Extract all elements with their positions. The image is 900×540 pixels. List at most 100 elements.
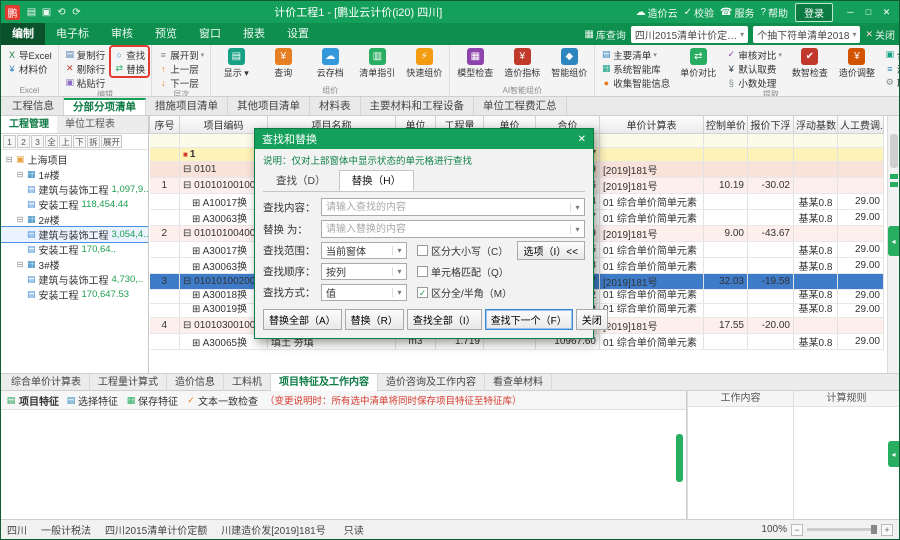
table-cell[interactable]: 3 bbox=[150, 273, 180, 289]
table-cell[interactable] bbox=[794, 177, 838, 193]
replace-input[interactable] bbox=[322, 221, 570, 237]
green-scrollbar-thumb[interactable] bbox=[676, 434, 683, 482]
display-button[interactable]: ▤显示 ▾ bbox=[214, 47, 258, 79]
bottom-tab-4[interactable]: 项目特征及工作内容 bbox=[271, 374, 378, 391]
table-cell[interactable]: [2019]181号 bbox=[600, 273, 704, 289]
table-cell[interactable] bbox=[150, 303, 180, 317]
table-cell[interactable]: -19.58 bbox=[748, 273, 794, 289]
table-cell[interactable] bbox=[704, 193, 748, 209]
menu-icon[interactable]: ▤ bbox=[24, 7, 39, 18]
table-cell[interactable] bbox=[748, 303, 794, 317]
table-cell[interactable] bbox=[704, 257, 748, 273]
table-cell[interactable]: 基某0.8 bbox=[794, 333, 838, 349]
menu-tab-6[interactable]: 设置 bbox=[276, 23, 320, 45]
panel-collapse-handle[interactable]: ◂ bbox=[888, 226, 899, 256]
table-cell[interactable]: [2019]181号 bbox=[600, 317, 704, 333]
menu-tab-4[interactable]: 窗口 bbox=[188, 23, 232, 45]
table-cell[interactable]: 17.55 bbox=[704, 317, 748, 333]
chevron-down-icon[interactable]: ▾ bbox=[570, 225, 584, 234]
table-cell[interactable]: [2019]181号 bbox=[600, 225, 704, 241]
export-excel-button[interactable]: X导Excel bbox=[5, 48, 54, 61]
dialog-button-1[interactable]: 替换（R） bbox=[345, 309, 404, 330]
tree-level-button-5[interactable]: 下 bbox=[73, 135, 86, 148]
tree-level-button-4[interactable]: 上 bbox=[59, 135, 72, 148]
cost-adjust-button[interactable]: ¥造价调整 bbox=[835, 47, 879, 79]
calc-rule-body[interactable] bbox=[794, 407, 899, 519]
bottom-tab-0[interactable]: 综合单价计算表 bbox=[3, 374, 90, 391]
menu-tab-3[interactable]: 预览 bbox=[144, 23, 188, 45]
save-icon[interactable]: ▣ bbox=[39, 7, 54, 18]
doc-tab-4[interactable]: 材料表 bbox=[310, 97, 361, 115]
copy-row-button[interactable]: ▤复制行 bbox=[63, 48, 108, 61]
doc-tab-1[interactable]: 分部分项清单 bbox=[64, 98, 146, 115]
tree-unit[interactable]: ▤安装工程170,64.. bbox=[1, 242, 148, 257]
table-cell[interactable]: [2019]181号 bbox=[600, 161, 704, 177]
tree-level-button-7[interactable]: 展开 bbox=[101, 135, 122, 148]
table-cell[interactable]: -30.02 bbox=[748, 177, 794, 193]
table-cell[interactable]: 01 综合单价简单元素 bbox=[600, 303, 704, 317]
maximize-button[interactable]: □ bbox=[860, 7, 877, 18]
table-cell[interactable] bbox=[704, 333, 748, 349]
audit-compare-button[interactable]: ✓审核对比▾ bbox=[724, 48, 784, 61]
table-cell[interactable] bbox=[150, 209, 180, 225]
work-content-body[interactable] bbox=[688, 407, 793, 519]
bottom-collapse-handle[interactable]: ◂ bbox=[888, 441, 899, 467]
table-cell[interactable] bbox=[794, 161, 838, 177]
fee-manage-button[interactable]: ⚙取费管理 bbox=[883, 76, 899, 89]
table-cell[interactable]: 01 综合单价简单元素 bbox=[600, 209, 704, 225]
feature-edit-area[interactable] bbox=[1, 410, 686, 519]
cloud-archive-button[interactable]: ☁云存档 bbox=[308, 47, 352, 79]
library-query-button[interactable]: ▦ 库查询 bbox=[584, 27, 625, 42]
tree-level-button-1[interactable]: 2 bbox=[17, 135, 30, 148]
bottom-tab-2[interactable]: 造价信息 bbox=[167, 374, 224, 391]
table-cell[interactable]: 基某0.8 bbox=[794, 241, 838, 257]
table-cell[interactable]: 基某0.8 bbox=[794, 289, 838, 303]
doc-tab-5[interactable]: 主要材料和工程设备 bbox=[361, 97, 475, 115]
titlebar-link[interactable]: ✓校验 bbox=[684, 5, 714, 20]
minimize-button[interactable]: ─ bbox=[842, 7, 859, 18]
table-cell[interactable] bbox=[838, 317, 884, 333]
table-cell[interactable] bbox=[704, 147, 748, 161]
table-cell[interactable]: 01 综合单价简单元素 bbox=[600, 257, 704, 273]
table-cell[interactable] bbox=[748, 133, 794, 147]
table-cell[interactable] bbox=[150, 241, 180, 257]
tree-unit[interactable]: ▤建筑与装饰工程3,054,4.. bbox=[1, 227, 148, 242]
table-cell[interactable]: [2019]181号 bbox=[600, 177, 704, 193]
table-cell[interactable] bbox=[150, 133, 180, 147]
titlebar-link[interactable]: ?帮助 bbox=[760, 5, 788, 20]
list-standard-select[interactable]: 个抽下符单清单2018 ▾ bbox=[753, 26, 860, 43]
system-smart-lib-button[interactable]: ▦系统智能库 bbox=[599, 62, 672, 75]
doc-tab-2[interactable]: 措施项目清单 bbox=[146, 97, 228, 115]
tree-node[interactable]: ⊟▦3#楼 bbox=[1, 257, 148, 272]
dialog-button-4[interactable]: 关闭 bbox=[576, 309, 608, 330]
level-down-button[interactable]: ↓下一层 bbox=[156, 76, 206, 89]
table-cell[interactable] bbox=[748, 333, 794, 349]
menu-tab-2[interactable]: 审核 bbox=[100, 23, 144, 45]
expander-icon[interactable]: ⊟ bbox=[5, 155, 13, 164]
table-cell[interactable]: 29.00 bbox=[838, 303, 884, 317]
table-cell[interactable] bbox=[748, 193, 794, 209]
column-header[interactable]: 序号 bbox=[150, 116, 180, 133]
select-feature-button[interactable]: ▤选择特征 bbox=[66, 393, 118, 408]
column-header[interactable]: 控制单价 bbox=[704, 116, 748, 133]
table-cell[interactable]: 9.00 bbox=[704, 225, 748, 241]
bottom-tab-1[interactable]: 工程量计算式 bbox=[90, 374, 167, 391]
model-check-button[interactable]: ▦模型检查 bbox=[453, 47, 497, 79]
redo-icon[interactable]: ⟳ bbox=[69, 7, 84, 18]
options-toggle-button[interactable]: 选项（I）<< bbox=[517, 241, 585, 260]
save-feature-button[interactable]: ▦保存特征 bbox=[126, 393, 178, 408]
tree-unit[interactable]: ▤建筑与装饰工程4,730,.. bbox=[1, 272, 148, 287]
table-cell[interactable] bbox=[838, 133, 884, 147]
table-cell[interactable]: 01 综合单价简单元素 bbox=[600, 289, 704, 303]
main-list-button[interactable]: ▤主要清单▾ bbox=[599, 48, 672, 61]
dialog-close-icon[interactable]: ✕ bbox=[578, 134, 586, 145]
titlebar-link[interactable]: ☁造价云 bbox=[636, 5, 678, 20]
dialog-checkbox-1[interactable]: 单元格匹配（Q） bbox=[417, 264, 509, 279]
menu-tab-0[interactable]: 编制 bbox=[1, 23, 45, 45]
tree-node[interactable]: ⊟▦2#楼 bbox=[1, 212, 148, 227]
table-cell[interactable] bbox=[600, 133, 704, 147]
table-cell[interactable] bbox=[794, 147, 838, 161]
table-cell[interactable] bbox=[748, 289, 794, 303]
dialog-select-0[interactable]: 当前窗体▾ bbox=[321, 242, 407, 259]
table-cell[interactable] bbox=[838, 161, 884, 177]
